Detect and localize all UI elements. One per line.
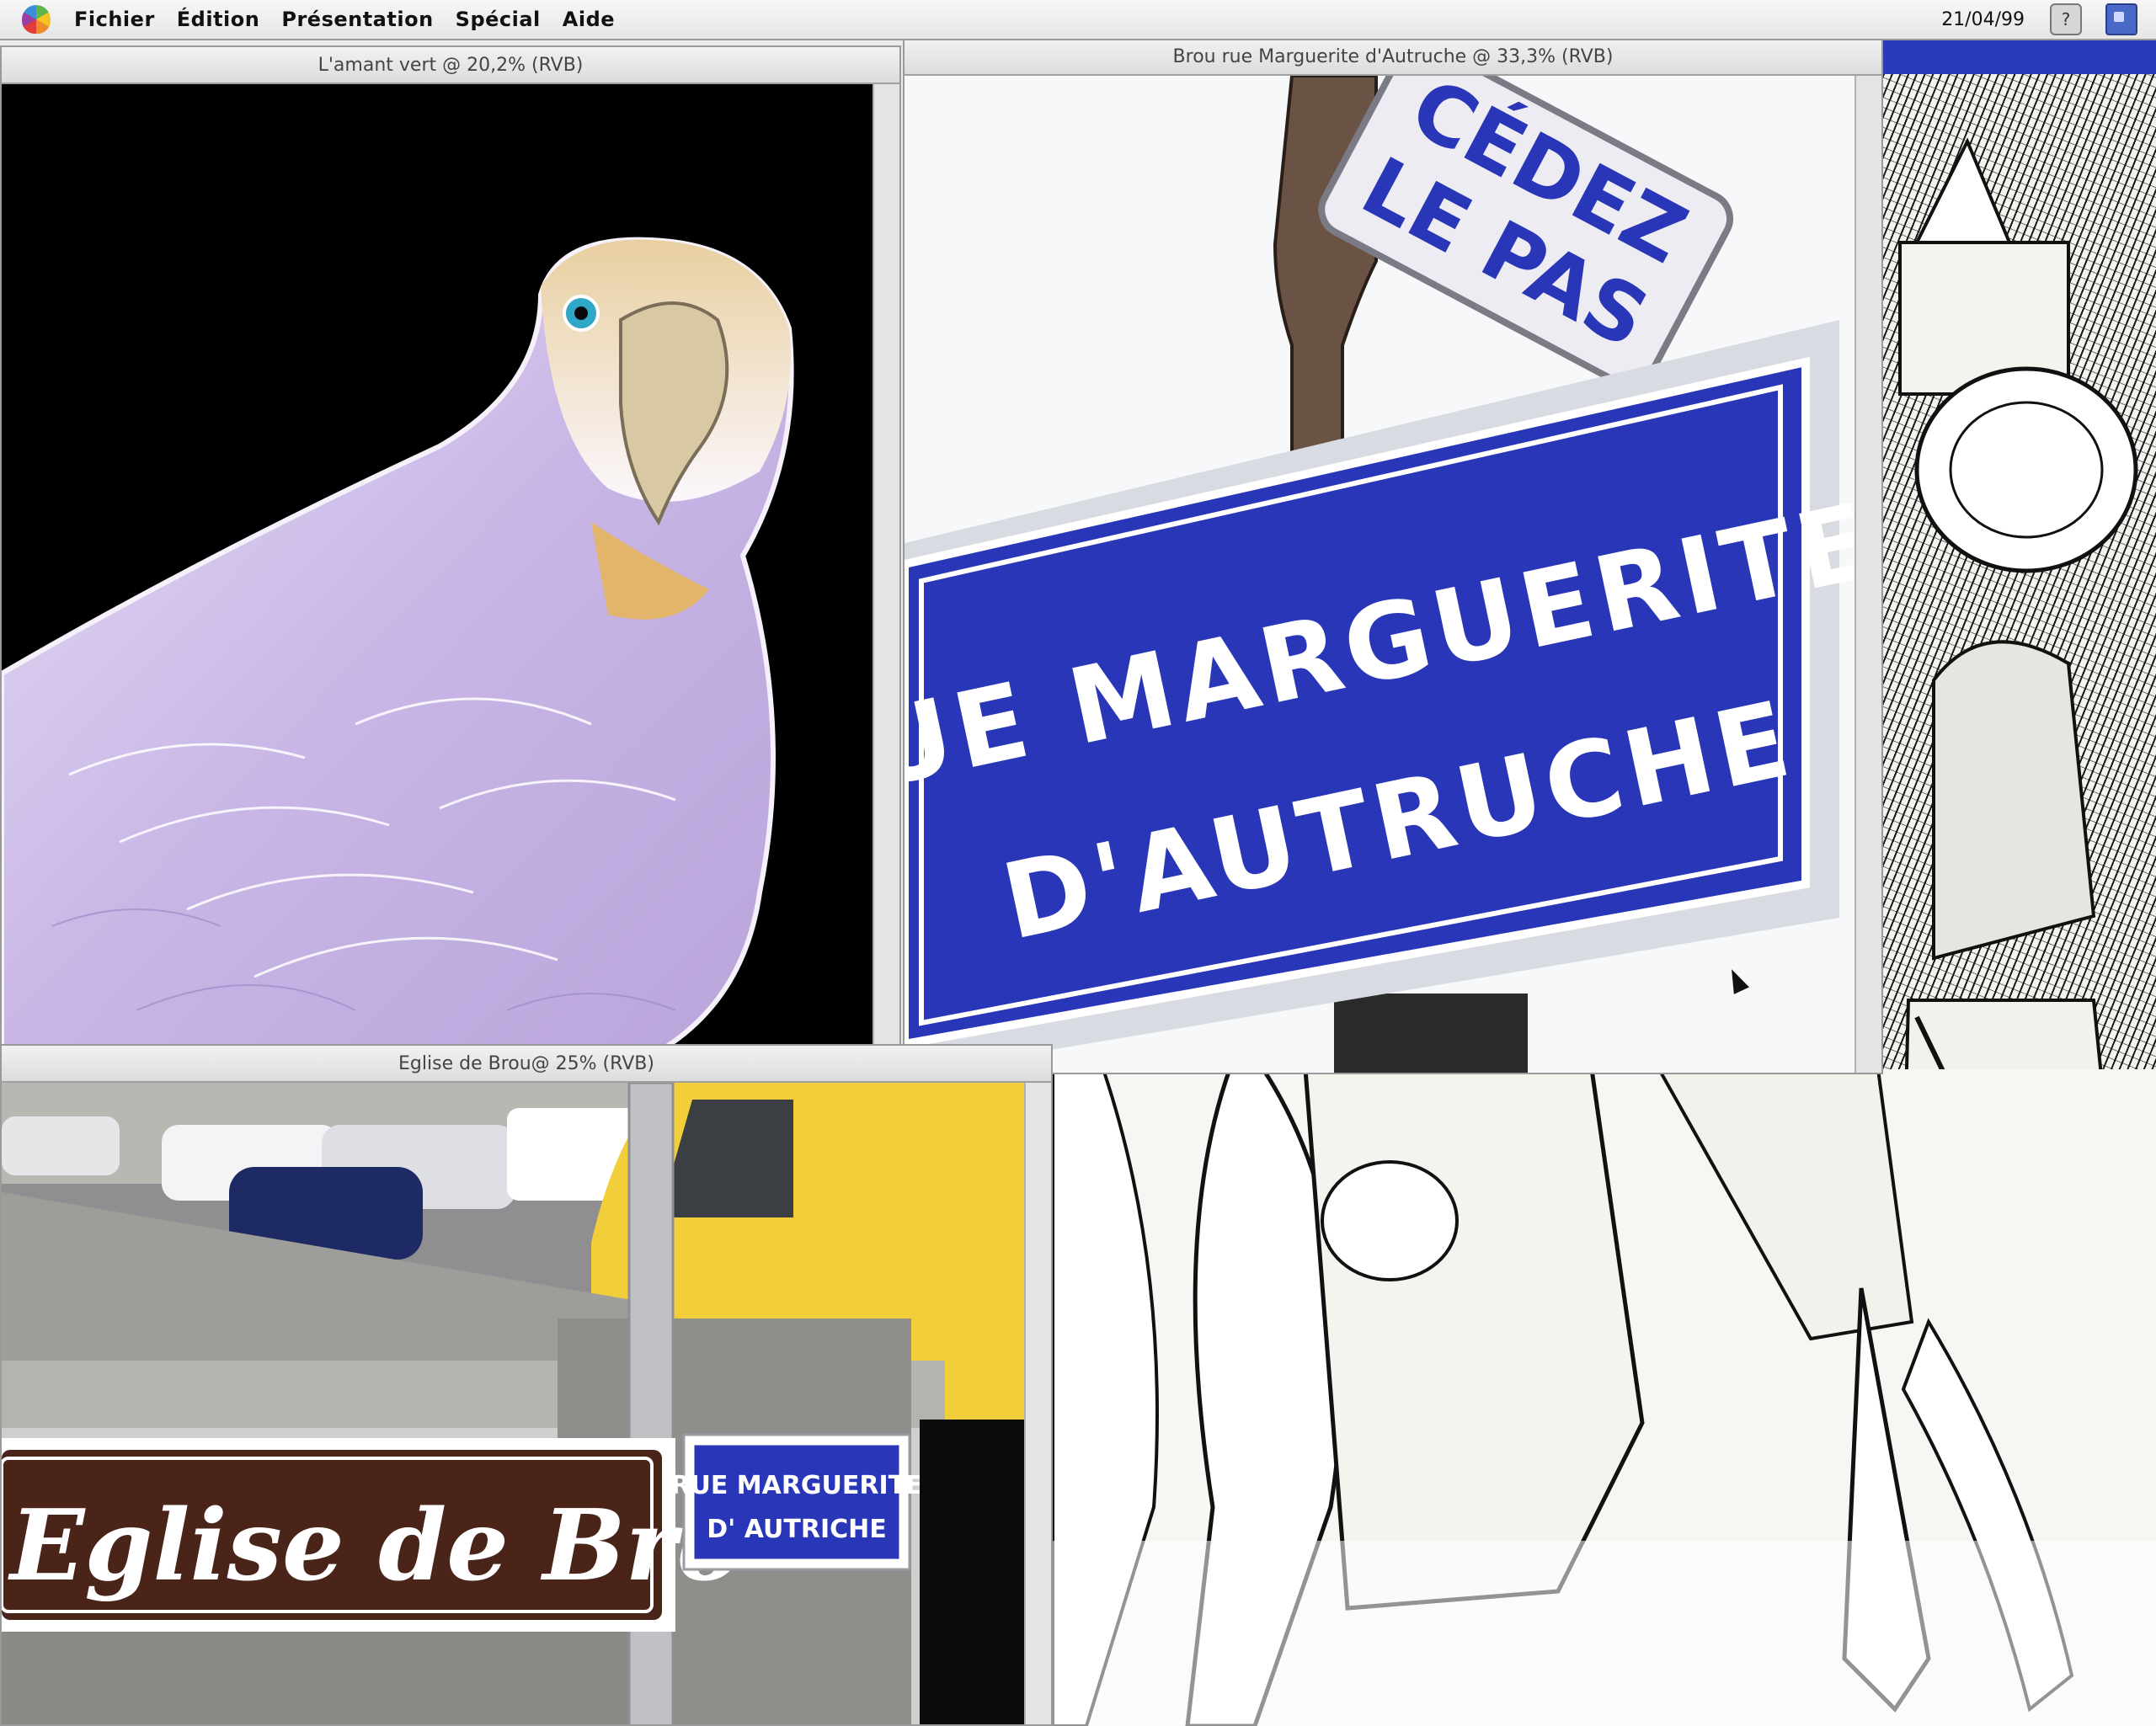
menubar-clock[interactable]: 21/04/99 — [1941, 9, 2025, 30]
eglise-window-title: Eglise de Brou@ 25% (RVB) — [398, 1052, 654, 1074]
brown-sign-text: Eglise de Bro — [8, 1489, 742, 1603]
menu-edition[interactable]: Édition — [177, 8, 260, 31]
eglise-scrollbar[interactable] — [1024, 1083, 1051, 1724]
eglise-window[interactable]: Eglise de Brou@ 25% (RVB) Eglise de Bro … — [0, 1044, 1053, 1726]
menu-special[interactable]: Spécial — [456, 8, 541, 31]
street-sign-window[interactable]: Brou rue Marguerite d'Autruche @ 33,3% (… — [903, 37, 1883, 1074]
parrot-image — [2, 237, 794, 1054]
eglise-small-blue-sign: RUE MARGUERITE D' AUTRICHE — [670, 1433, 923, 1571]
small-sign-line2: D' AUTRICHE — [707, 1515, 887, 1544]
small-sign-line1: RUE MARGUERITE — [670, 1471, 922, 1500]
help-icon[interactable]: ? — [2050, 3, 2082, 35]
main-street-sign: RUE MARGUERITE D'AUTRUCHE — [905, 320, 1856, 1073]
parrot-window[interactable]: L'amant vert @ 20,2% (RVB) — [0, 45, 901, 1056]
menu-presentation[interactable]: Présentation — [281, 8, 433, 31]
eglise-brown-sign: Eglise de Bro — [2, 1438, 742, 1632]
menubar: Fichier Édition Présentation Spécial Aid… — [0, 0, 2156, 40]
parrot-window-title: L'amant vert @ 20,2% (RVB) — [318, 54, 584, 76]
menu-aide[interactable]: Aide — [563, 8, 615, 31]
street-sign-image: CÉDEZ LE PAS RUE MARGUERITE D'AUTRUCHE — [905, 76, 1856, 1073]
sign-canvas[interactable]: CÉDEZ LE PAS RUE MARGUERITE D'AUTRUCHE — [905, 76, 1856, 1073]
parrot-titlebar[interactable]: L'amant vert @ 20,2% (RVB) — [2, 47, 899, 84]
parrot-scrollbar[interactable] — [873, 84, 899, 1054]
menu-fichier[interactable]: Fichier — [74, 8, 155, 31]
engraving-titlebar[interactable] — [1883, 37, 2156, 74]
finder-icon[interactable] — [2105, 3, 2137, 35]
eglise-canvas[interactable]: Eglise de Bro RUE MARGUERITE D' AUTRICHE — [2, 1083, 1026, 1724]
eglise-titlebar[interactable]: Eglise de Brou@ 25% (RVB) — [2, 1046, 1051, 1083]
court-figures-engraving-illustration — [1053, 1069, 2156, 1726]
sign-window-title: Brou rue Marguerite d'Autruche @ 33,3% (… — [1172, 45, 1614, 67]
parrot-canvas[interactable] — [2, 84, 874, 1054]
engraving-lower-pane — [1053, 1069, 2156, 1726]
eglise-street-image: Eglise de Bro RUE MARGUERITE D' AUTRICHE — [2, 1083, 1026, 1724]
menubar-right: 21/04/99 ? — [1941, 3, 2156, 35]
apple-menu-icon[interactable] — [22, 5, 51, 34]
sign-scrollbar[interactable] — [1854, 76, 1881, 1073]
sign-titlebar[interactable]: Brou rue Marguerite d'Autruche @ 33,3% (… — [905, 39, 1881, 76]
